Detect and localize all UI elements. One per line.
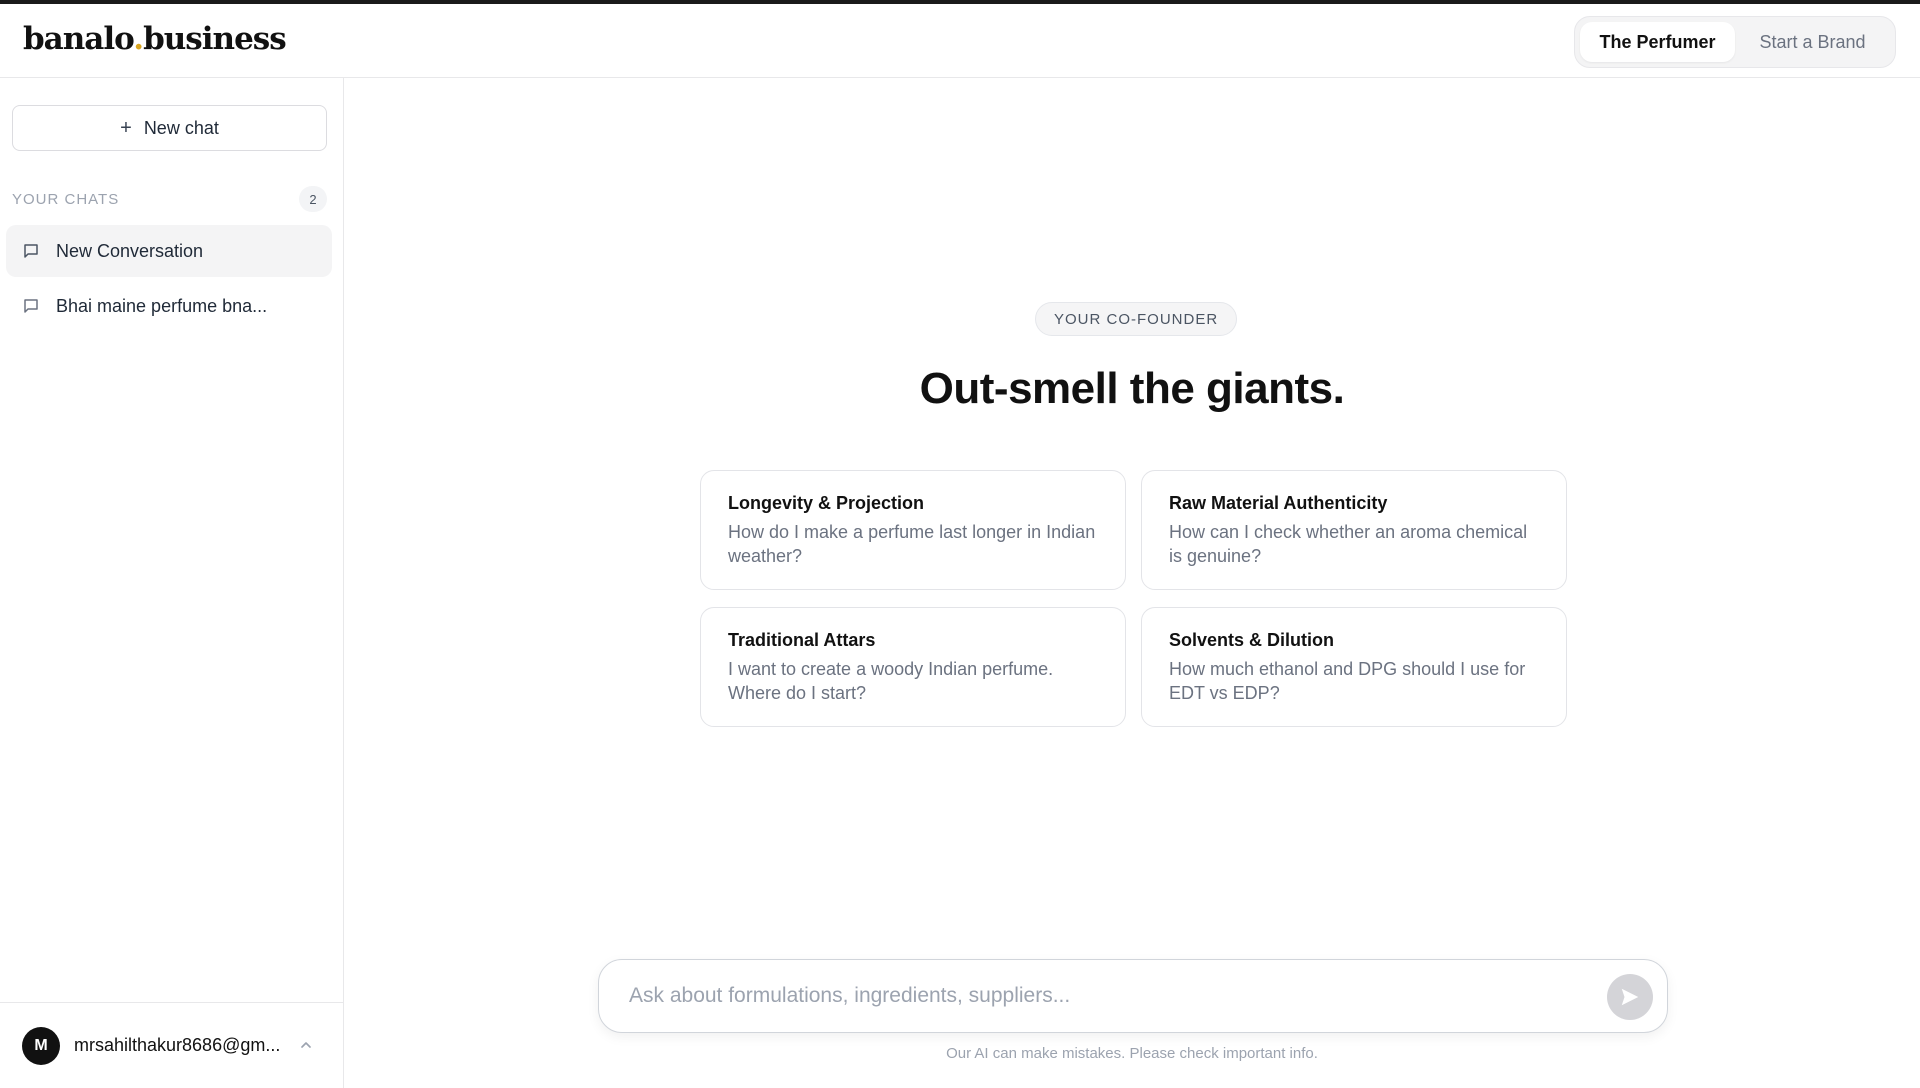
chats-section-label: YOUR CHATS [12,190,120,208]
ai-disclaimer: Our AI can make mistakes. Please check i… [946,1045,1318,1062]
card-title: Traditional Attars [728,630,876,650]
user-email: mrsahilthakur8686@gm... [74,1035,281,1055]
card-title: Longevity & Projection [728,493,925,513]
chat-item-new-conversation[interactable]: New Conversation [6,225,332,277]
message-icon [24,244,38,258]
app-header: banalo.business The Perfumer Start a Bra… [0,4,1920,78]
new-chat-button[interactable]: + New chat [12,105,327,151]
message-input[interactable] [629,978,1569,1014]
chat-item-title: Bhai maine perfume bna... [56,295,268,316]
message-composer [598,959,1668,1033]
message-icon [24,299,38,313]
suggestion-card-longevity[interactable]: Longevity & Projection How do I make a p… [700,470,1126,590]
card-body: How do I make a perfume last longer in I… [728,522,1096,566]
card-body: How can I check whether an aroma chemica… [1169,522,1528,566]
sidebar: + New chat YOUR CHATS 2 New Conversation… [0,78,344,1088]
tab-start-a-brand[interactable]: Start a Brand [1735,22,1890,62]
suggestion-card-raw-material[interactable]: Raw Material Authenticity How can I chec… [1141,470,1567,590]
co-founder-badge: YOUR CO-FOUNDER [1035,302,1238,336]
page-title: Out-smell the giants. [919,364,1345,413]
plus-icon: + [120,116,132,139]
logo-dot: . [133,21,144,57]
suggestion-card-solvents[interactable]: Solvents & Dilution How much ethanol and… [1141,607,1567,727]
chevron-up-icon[interactable] [298,1037,314,1053]
logo[interactable]: banalo.business [23,21,287,57]
chats-count-badge: 2 [299,186,327,212]
card-body: I want to create a woody Indian perfume.… [728,659,1054,703]
logo-text-left: banalo [23,21,134,57]
mode-switch: The Perfumer Start a Brand [1574,16,1896,68]
suggestion-card-attars[interactable]: Traditional Attars I want to create a wo… [700,607,1126,727]
main-content: YOUR CO-FOUNDER Out-smell the giants. Lo… [344,78,1920,1088]
send-icon [1621,988,1639,1006]
chat-item-title: New Conversation [56,240,204,261]
avatar: M [22,1027,60,1065]
new-chat-label: New chat [143,117,219,138]
user-account-menu[interactable]: M mrsahilthakur8686@gm... [0,1002,343,1088]
chat-item-bhai-maine[interactable]: Bhai maine perfume bna... [6,280,332,332]
card-title: Solvents & Dilution [1169,630,1335,650]
card-title: Raw Material Authenticity [1169,493,1388,513]
logo-text-right: business [143,21,287,57]
tab-the-perfumer[interactable]: The Perfumer [1580,22,1735,62]
send-button[interactable] [1607,974,1653,1020]
card-body: How much ethanol and DPG should I use fo… [1169,659,1526,703]
chats-header: YOUR CHATS 2 [12,186,327,212]
